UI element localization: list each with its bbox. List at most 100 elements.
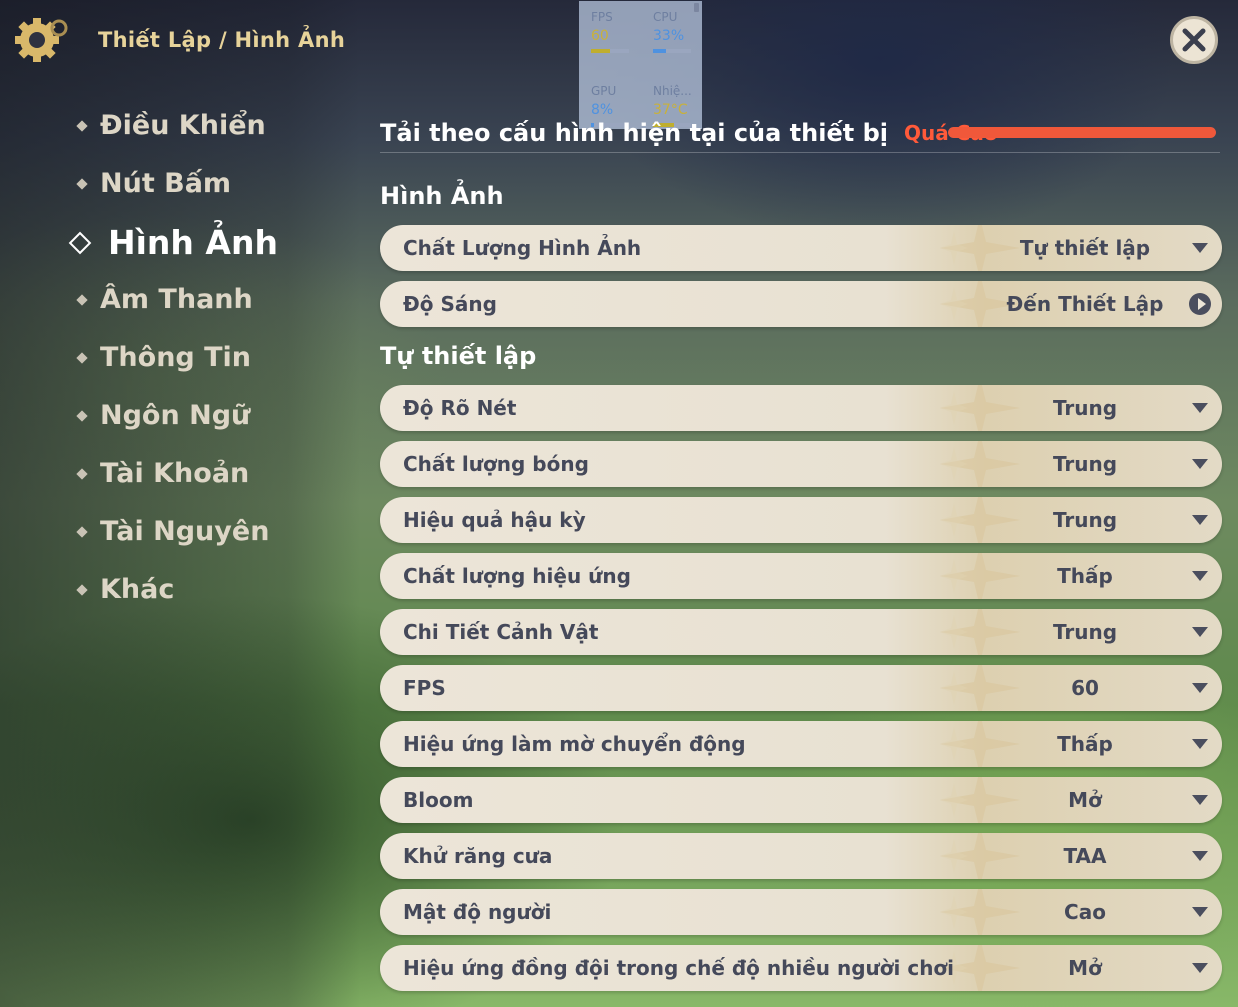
chevron-down-icon[interactable] xyxy=(1192,627,1208,637)
setting-value: Đến Thiết Lập xyxy=(1006,292,1164,316)
sidebar-item-label: Nút Bấm xyxy=(100,168,232,199)
setting-value: Mở xyxy=(1068,788,1102,812)
setting-value: Trung xyxy=(1052,452,1118,476)
cpu-value: 33% xyxy=(653,28,685,44)
chevron-down-icon[interactable] xyxy=(1192,403,1208,413)
setting-value: Thấp xyxy=(1057,732,1113,756)
setting-value: Trung xyxy=(1052,620,1118,644)
close-icon xyxy=(1182,28,1206,52)
setting-row-fps[interactable]: FPS 60 xyxy=(380,665,1222,711)
device-load-bar xyxy=(948,127,1216,138)
chevron-down-icon[interactable] xyxy=(1192,795,1208,805)
diamond-icon xyxy=(76,467,88,480)
temp-label: Nhiệ... xyxy=(653,84,692,98)
sidebar-item-info[interactable]: Thông Tin xyxy=(76,342,252,373)
breadcrumb: Thiết Lập / Hình Ảnh xyxy=(98,28,346,52)
setting-value: TAA xyxy=(1063,844,1107,868)
cpu-stat: CPU 33% xyxy=(653,10,705,53)
diamond-icon xyxy=(76,351,88,364)
sidebar-item-label: Tài Nguyên xyxy=(100,516,270,547)
device-load-row: Tải theo cấu hình hiện tại của thiết bị … xyxy=(380,112,1220,154)
chevron-down-icon[interactable] xyxy=(1192,243,1208,253)
setting-row-crowd-density[interactable]: Mật độ người Cao xyxy=(380,889,1222,935)
gear-icon xyxy=(12,14,70,66)
chevron-down-icon[interactable] xyxy=(1192,907,1208,917)
sidebar-item-label: Điều Khiển xyxy=(100,110,266,141)
diamond-icon xyxy=(76,293,88,306)
setting-value: Trung xyxy=(1052,396,1118,420)
sidebar-item-resources[interactable]: Tài Nguyên xyxy=(76,516,270,547)
setting-row-effect-quality[interactable]: Chất lượng hiệu ứng Thấp xyxy=(380,553,1222,599)
setting-row-scene-detail[interactable]: Chi Tiết Cảnh Vật Trung xyxy=(380,609,1222,655)
close-button[interactable] xyxy=(1170,16,1218,64)
cpu-label: CPU xyxy=(653,10,678,24)
setting-name: Mật độ người xyxy=(403,900,552,924)
setting-row-graphics-quality[interactable]: Chất Lượng Hình Ảnh Tự thiết lập xyxy=(380,225,1222,271)
setting-name: Bloom xyxy=(403,788,474,812)
setting-row-motion-blur[interactable]: Hiệu ứng làm mờ chuyển động Thấp xyxy=(380,721,1222,767)
setting-name: Độ Rõ Nét xyxy=(403,396,517,420)
sidebar-item-language[interactable]: Ngôn Ngữ xyxy=(76,400,251,431)
sidebar-item-buttons[interactable]: Nút Bấm xyxy=(76,168,232,199)
gpu-label: GPU xyxy=(591,84,617,98)
sidebar-item-label: Âm Thanh xyxy=(100,284,253,315)
diamond-icon xyxy=(76,583,88,596)
setting-name: Chi Tiết Cảnh Vật xyxy=(403,620,599,644)
setting-value: 60 xyxy=(1071,676,1099,700)
diamond-icon xyxy=(76,525,88,538)
setting-name: FPS xyxy=(403,676,446,700)
setting-row-sharpness[interactable]: Độ Rõ Nét Trung xyxy=(380,385,1222,431)
chevron-down-icon[interactable] xyxy=(1192,963,1208,973)
setting-value: Thấp xyxy=(1057,564,1113,588)
setting-row-anti-aliasing[interactable]: Khử răng cưa TAA xyxy=(380,833,1222,879)
chevron-down-icon[interactable] xyxy=(1192,571,1208,581)
sidebar-item-other[interactable]: Khác xyxy=(76,574,175,605)
sidebar-item-label: Hình Ảnh xyxy=(108,223,278,262)
setting-row-post-processing[interactable]: Hiệu quả hậu kỳ Trung xyxy=(380,497,1222,543)
sidebar-item-audio[interactable]: Âm Thanh xyxy=(76,284,253,315)
fps-stat: FPS 60 xyxy=(591,10,643,53)
setting-value: Trung xyxy=(1052,508,1118,532)
setting-row-bloom[interactable]: Bloom Mở xyxy=(380,777,1222,823)
sidebar-item-account[interactable]: Tài Khoản xyxy=(76,458,250,489)
setting-value: Cao xyxy=(1064,900,1106,924)
chevron-down-icon[interactable] xyxy=(1192,515,1208,525)
sidebar-item-label: Khác xyxy=(100,574,175,605)
chevron-down-icon[interactable] xyxy=(1192,739,1208,749)
diamond-icon xyxy=(76,177,88,190)
sidebar-item-label: Thông Tin xyxy=(100,342,252,373)
fps-value: 60 xyxy=(591,28,609,44)
divider xyxy=(380,152,1220,153)
setting-name: Chất lượng bóng xyxy=(403,452,589,476)
cpu-bar xyxy=(653,49,691,53)
header: Thiết Lập / Hình Ảnh xyxy=(12,14,345,66)
device-load-fill xyxy=(948,127,1216,138)
setting-name: Hiệu quả hậu kỳ xyxy=(403,508,586,532)
arrow-right-icon[interactable] xyxy=(1189,293,1211,315)
setting-value: Tự thiết lập xyxy=(1019,236,1151,260)
sidebar-item-controls[interactable]: Điều Khiển xyxy=(76,110,266,141)
setting-row-brightness[interactable]: Độ Sáng Đến Thiết Lập xyxy=(380,281,1222,327)
setting-row-coop-teammate-effects[interactable]: Hiệu ứng đồng đội trong chế độ nhiều ngư… xyxy=(380,945,1222,991)
chevron-down-icon[interactable] xyxy=(1192,683,1208,693)
fps-bar xyxy=(591,49,629,53)
diamond-icon xyxy=(76,409,88,422)
setting-row-shadow-quality[interactable]: Chất lượng bóng Trung xyxy=(380,441,1222,487)
performance-overlay[interactable]: FPS 60 CPU 33% GPU 8% Nhiệ... 37°C xyxy=(579,1,702,129)
section-title-graphics: Hình Ảnh xyxy=(380,182,504,210)
chevron-down-icon[interactable] xyxy=(1192,851,1208,861)
setting-name: Chất Lượng Hình Ảnh xyxy=(403,236,642,260)
setting-name: Hiệu ứng đồng đội trong chế độ nhiều ngư… xyxy=(403,956,955,980)
sidebar-background xyxy=(0,0,360,1007)
diamond-icon xyxy=(76,119,88,132)
setting-name: Khử răng cưa xyxy=(403,844,553,868)
section-title-custom: Tự thiết lập xyxy=(380,342,537,370)
sidebar-item-label: Ngôn Ngữ xyxy=(100,400,251,431)
setting-name: Chất lượng hiệu ứng xyxy=(403,564,631,588)
setting-name: Độ Sáng xyxy=(403,292,497,316)
setting-value: Mở xyxy=(1068,956,1102,980)
chevron-down-icon[interactable] xyxy=(1192,459,1208,469)
device-load-label: Tải theo cấu hình hiện tại của thiết bị xyxy=(380,119,888,147)
sidebar-item-graphics[interactable]: Hình Ảnh xyxy=(68,223,278,262)
sidebar-item-label: Tài Khoản xyxy=(100,458,250,489)
